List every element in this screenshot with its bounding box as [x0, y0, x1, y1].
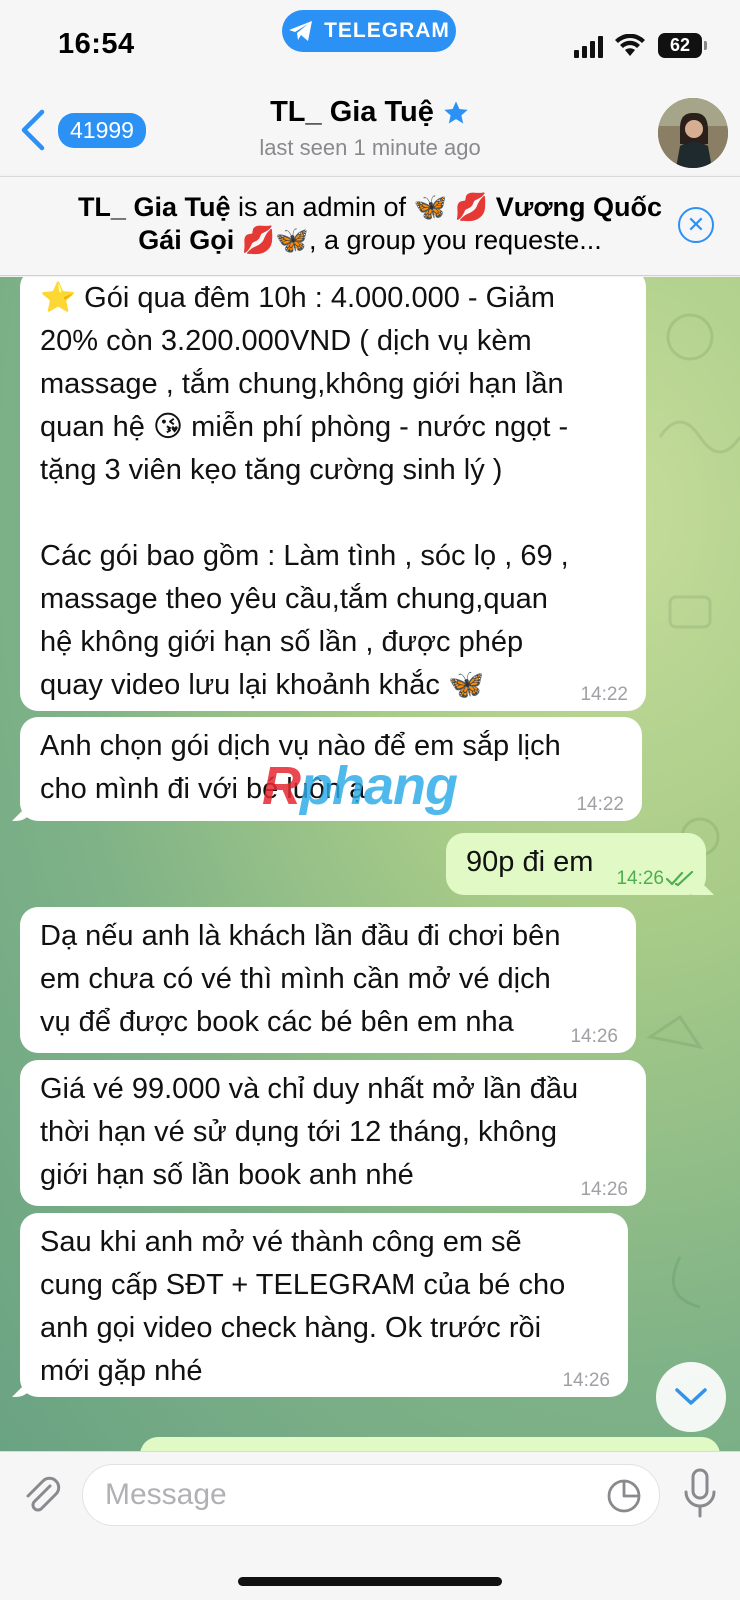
message-line: Dạ nếu anh là khách lần đầu đi chơi bên — [40, 920, 561, 952]
unread-count-badge: 41999 — [58, 112, 146, 148]
watermark-text: phang — [300, 756, 458, 816]
message-bubble-outgoing-partial[interactable] — [140, 1437, 720, 1451]
message-bubble-incoming[interactable]: Giá vé 99.000 và chỉ duy nhất mở lần đầu… — [20, 1060, 646, 1206]
star-icon — [444, 100, 468, 123]
message-line: Các gói bao gồm : Làm tình , sóc lọ , 69… — [40, 540, 569, 572]
message-bubble-incoming[interactable]: Dạ nếu anh là khách lần đầu đi chơi bên … — [20, 907, 636, 1053]
message-line: 20% còn 3.200.000VND ( dịch vụ kèm — [40, 325, 532, 357]
signal-icon — [574, 36, 604, 58]
chat-title: TL_ Gia Tuệ — [270, 96, 470, 129]
app-pill-label: TELEGRAM — [324, 19, 450, 42]
message-time: 14:26 — [570, 1026, 618, 1047]
message-line: giới hạn số lần book anh nhé — [40, 1159, 414, 1191]
avatar[interactable] — [658, 98, 728, 168]
chat-title-area[interactable]: TL_ Gia Tuệ last seen 1 minute ago — [150, 96, 590, 161]
message-text: ⭐ Gói qua đêm 10h : 4.000.000 - Giảm 20%… — [40, 277, 626, 707]
message-line: quan hệ 😘 miễn phí phòng - nước ngọt - — [40, 411, 569, 443]
banner-text-mid: is an admin of — [230, 192, 414, 222]
message-line: massage theo yêu cầu,tắm chung,quan — [40, 583, 548, 615]
admin-banner[interactable]: TL_ Gia Tuệ is an admin of 🦋 💋 Vương Quố… — [0, 176, 740, 276]
message-time: 14:22 — [580, 684, 628, 705]
close-banner-button[interactable]: ✕ — [678, 207, 714, 243]
message-time: 14:26 — [562, 1370, 610, 1391]
message-bubble-outgoing[interactable]: 90p đi em 14:26 — [446, 833, 706, 895]
scroll-to-bottom-button[interactable] — [656, 1362, 726, 1432]
chat-header: 41999 TL_ Gia Tuệ last seen 1 minute ago — [0, 88, 740, 174]
message-input-bar: Message — [0, 1451, 740, 1600]
message-line: massage , tắm chung,không giới hạn lần — [40, 368, 564, 400]
message-time: 14:26 — [580, 1179, 628, 1200]
message-time: 14:26 — [616, 868, 664, 889]
chevron-down-icon — [675, 1388, 707, 1405]
paperclip-icon[interactable] — [20, 1474, 64, 1518]
message-input[interactable]: Message — [82, 1464, 660, 1526]
back-button[interactable]: 41999 — [14, 108, 146, 152]
message-line: tặng 3 viên kẹo tăng cường sinh lý ) — [40, 454, 503, 486]
message-line: hệ không giới hạn số lần , được phép — [40, 626, 524, 658]
double-check-icon — [666, 871, 694, 887]
status-time: 16:54 — [58, 28, 135, 60]
message-time: 14:22 — [576, 794, 624, 815]
message-line: Sau khi anh mở vé thành công em sẽ — [40, 1226, 522, 1258]
message-line: anh gọi video check hàng. Ok trước rồi — [40, 1312, 542, 1344]
message-bubble-incoming[interactable]: ⭐ Gói qua đêm 10h : 4.000.000 - Giảm 20%… — [20, 277, 646, 711]
message-line: Giá vé 99.000 và chỉ duy nhất mở lần đầu — [40, 1073, 579, 1105]
message-line: mới gặp nhé — [40, 1355, 203, 1387]
last-seen-status: last seen 1 minute ago — [259, 135, 481, 160]
message-line: vụ để được book các bé bên em nha — [40, 1006, 514, 1038]
close-icon: ✕ — [686, 212, 706, 237]
message-line: quay video lưu lại khoảnh khắc 🦋 — [40, 669, 485, 701]
home-indicator[interactable] — [238, 1577, 502, 1586]
watermark-letter: R — [262, 756, 301, 816]
wifi-icon — [615, 34, 645, 56]
message-line: ⭐ Gói qua đêm 10h : 4.000.000 - Giảm — [40, 282, 555, 314]
avatar-photo — [658, 98, 728, 168]
watermark-logo: Rphang — [262, 755, 458, 817]
chat-title-text: TL_ Gia Tuệ — [270, 96, 434, 128]
chevron-left-icon — [21, 109, 45, 151]
microphone-icon[interactable] — [682, 1468, 718, 1520]
message-input-placeholder: Message — [105, 1478, 227, 1511]
message-bubble-incoming[interactable]: Sau khi anh mở vé thành công em sẽ cung … — [20, 1213, 628, 1397]
chat-area[interactable]: ⭐ Gói qua đêm 10h : 4.000.000 - Giảm 20%… — [0, 277, 740, 1451]
message-line: cung cấp SĐT + TELEGRAM của bé cho — [40, 1269, 566, 1301]
battery-icon: 62 — [658, 33, 707, 58]
admin-banner-text: TL_ Gia Tuệ is an admin of 🦋 💋 Vương Quố… — [60, 191, 680, 257]
message-line: em chưa có vé thì mình cần mở vé dịch — [40, 963, 551, 995]
message-line: thời hạn vé sử dụng tới 12 tháng, không — [40, 1116, 557, 1148]
banner-text-end: , a group you requeste... — [309, 225, 602, 255]
banner-name: TL_ Gia Tuệ — [77, 192, 231, 222]
telegram-plane-icon — [289, 21, 313, 41]
telegram-app-pill[interactable]: TELEGRAM — [282, 10, 456, 52]
sticker-icon[interactable] — [606, 1478, 642, 1514]
message-line-blank — [40, 492, 626, 535]
status-bar: 16:54 TELEGRAM 62 — [0, 0, 740, 88]
